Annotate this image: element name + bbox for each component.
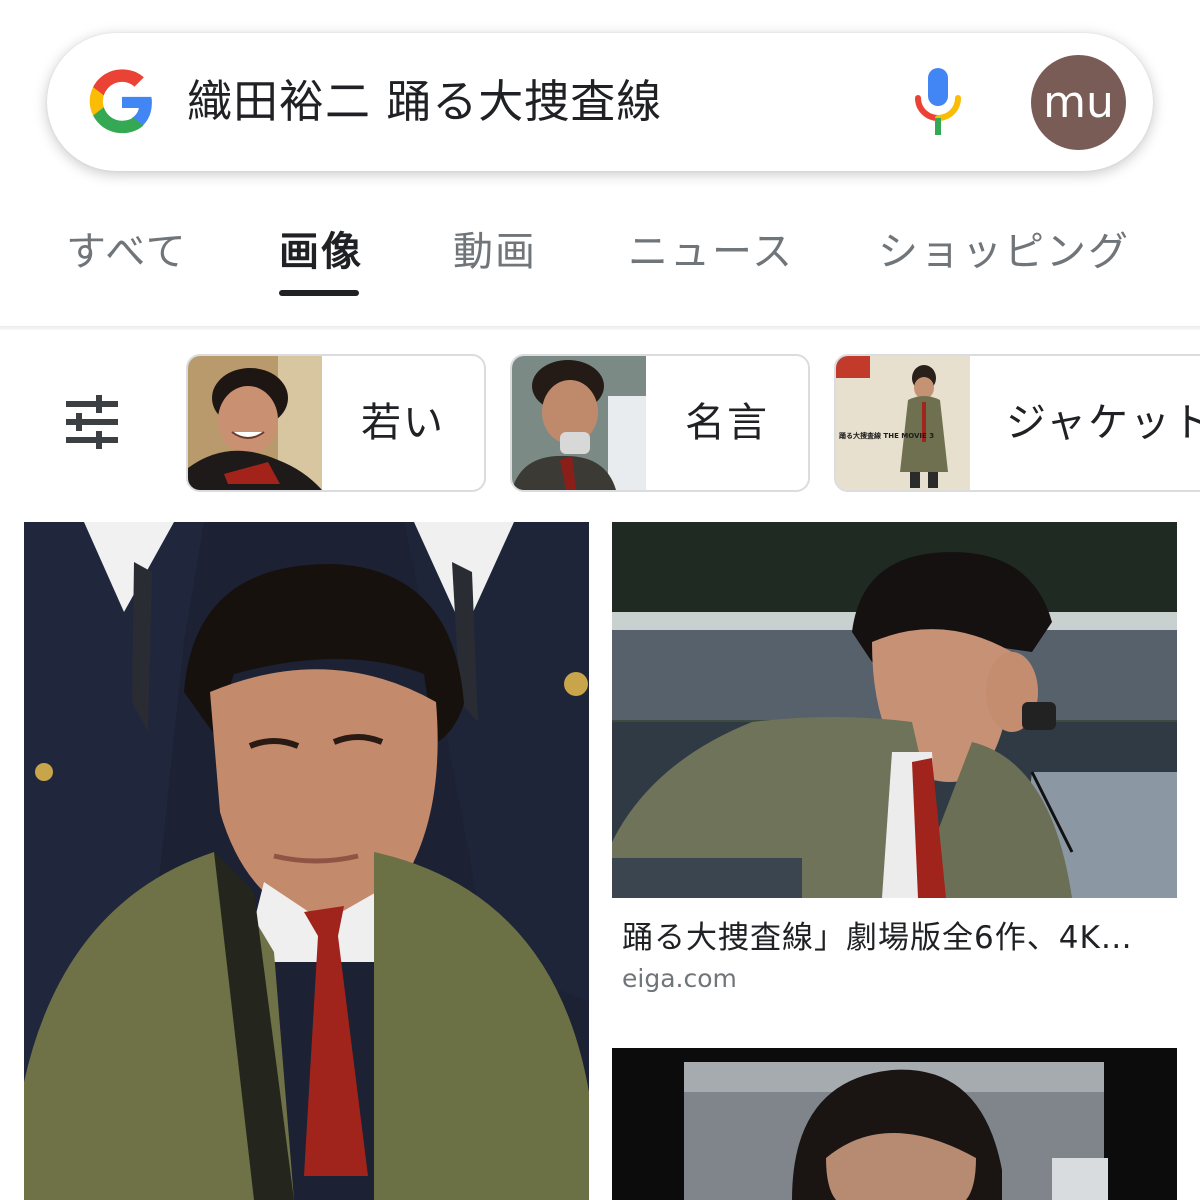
active-tab-indicator: [279, 290, 359, 296]
microphone-icon[interactable]: [912, 66, 964, 138]
chip-label-young: 若い: [361, 400, 445, 446]
result-image-2-picture: [612, 522, 1177, 898]
tab-news[interactable]: ニュース: [628, 214, 794, 290]
google-g-icon: [89, 69, 152, 134]
tune-sliders-icon[interactable]: [62, 392, 122, 452]
chip-thumbnail-jacket-text: 踊る大捜査線 THE MOVIE 3: [839, 431, 934, 440]
svg-text:踊る大捜査線 THE MOVIE 3: 踊る大捜査線 THE MOVIE 3: [839, 431, 934, 440]
chip-jacket[interactable]: 踊る大捜査線 THE MOVIE 3 ジャケット: [834, 354, 1200, 492]
result-image-3[interactable]: [612, 1048, 1177, 1200]
search-query-input[interactable]: 織田裕二 踊る大捜査線: [187, 70, 662, 134]
search-tabs: すべて 画像 動画 ニュース ショッピング: [0, 214, 1200, 304]
result-image-1[interactable]: [24, 522, 589, 1200]
chip-quotes[interactable]: 名言: [510, 354, 810, 492]
chip-label-quotes: 名言: [685, 400, 769, 446]
result-image-1-picture: [24, 522, 589, 1200]
chip-thumbnail-young: [188, 356, 322, 490]
tab-shopping[interactable]: ショッピング: [878, 214, 1130, 290]
tab-videos[interactable]: 動画: [453, 214, 537, 290]
chip-thumbnail-quotes: [512, 356, 646, 490]
result-image-3-picture: [612, 1048, 1177, 1200]
account-avatar[interactable]: mu: [1031, 55, 1126, 150]
tab-images[interactable]: 画像: [279, 214, 363, 290]
tab-all[interactable]: すべて: [66, 214, 188, 290]
chip-label-jacket: ジャケット: [1006, 400, 1200, 446]
result-image-2[interactable]: [612, 522, 1177, 898]
tabs-divider: [0, 326, 1200, 330]
result-2-source[interactable]: eiga.com: [622, 964, 737, 993]
image-search-page: 織田裕二 踊る大捜査線 mu すべて 画像 動画 ニュース ショッピング 若い …: [0, 0, 1200, 1200]
chip-young[interactable]: 若い: [186, 354, 486, 492]
result-2-title[interactable]: 踊る大捜査線」劇場版全6作、4K…: [622, 912, 1182, 957]
